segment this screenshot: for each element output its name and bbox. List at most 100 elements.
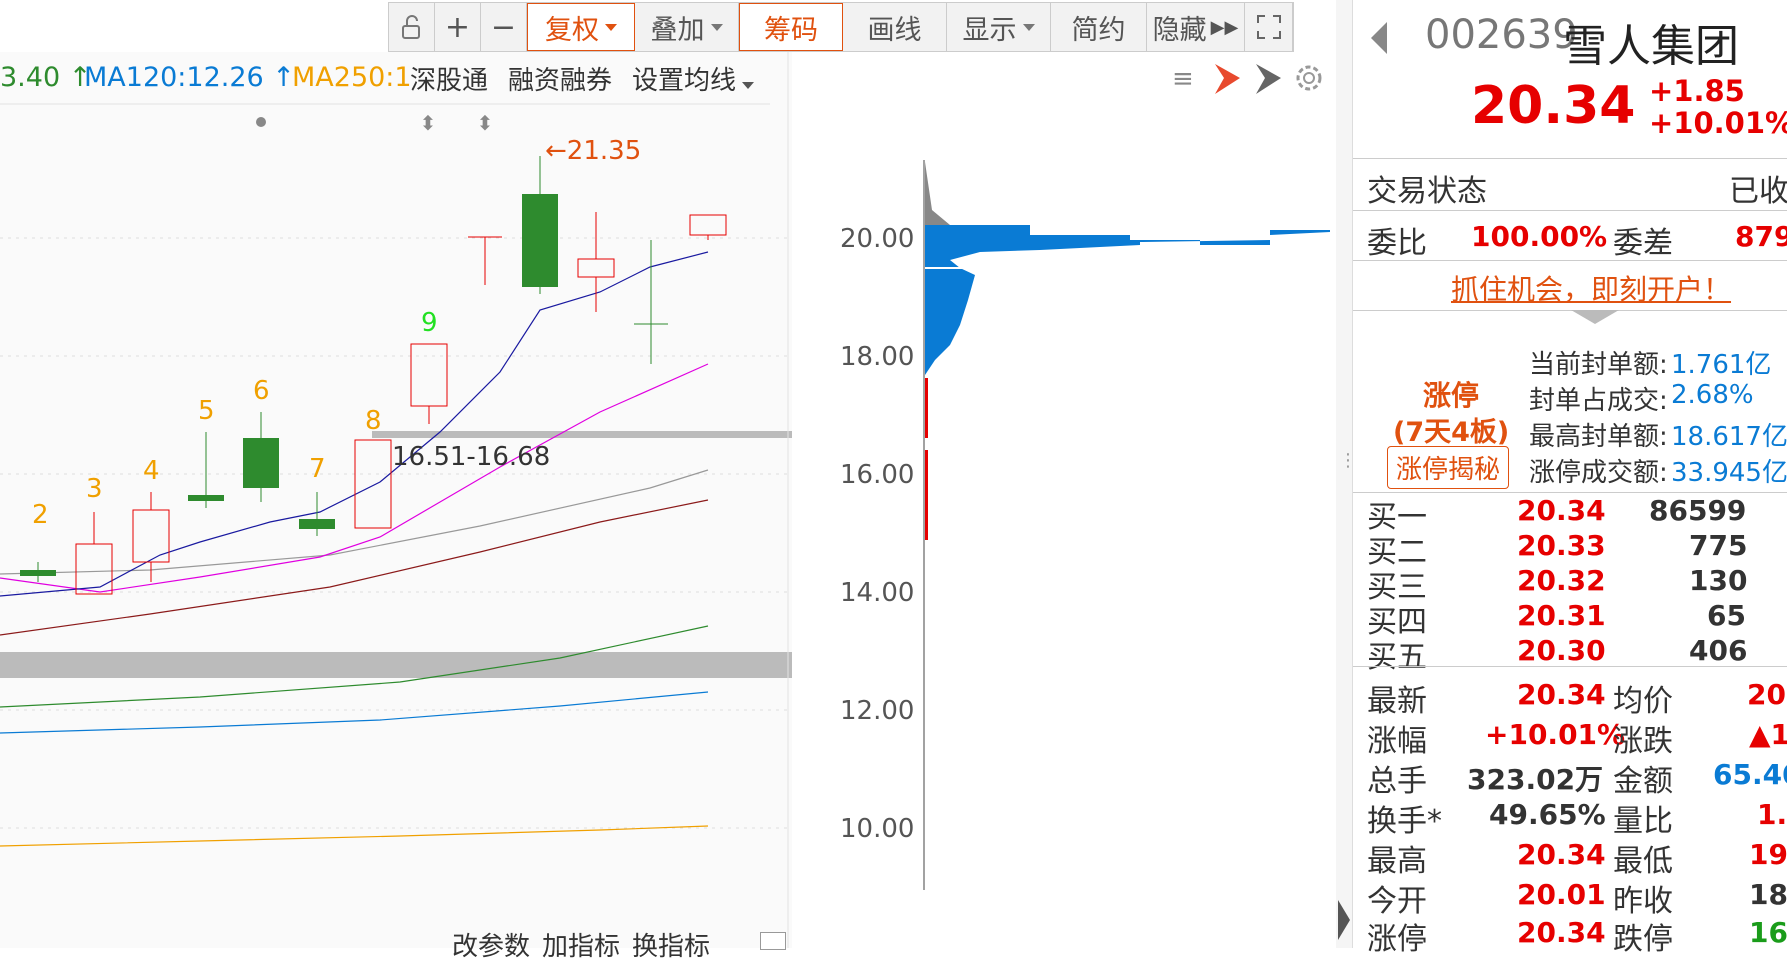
simple-button[interactable]: 简约 xyxy=(1051,3,1147,51)
amount-value: 65.40 xyxy=(1713,758,1787,791)
weicha-label: 委差 xyxy=(1613,226,1673,261)
back-arrow-icon[interactable] xyxy=(1369,20,1391,56)
hide-button[interactable]: 隐藏 ▶▶ xyxy=(1147,3,1245,51)
bid-volume: 406 xyxy=(1689,634,1748,667)
price-tick: 10.00 xyxy=(840,814,915,844)
collapse-caret-icon[interactable] xyxy=(1571,310,1619,324)
current-price: 20.34 xyxy=(1471,76,1636,136)
limit-down-label: 跌停 xyxy=(1613,922,1673,957)
gear-icon[interactable] xyxy=(1293,62,1325,94)
high-value: 20.34 xyxy=(1517,838,1606,871)
range-label: 16.51-16.68 xyxy=(392,442,551,472)
turnover-value: 49.65% xyxy=(1489,798,1606,831)
zoom-in-icon[interactable]: + xyxy=(435,3,481,51)
change-label: 涨跌 xyxy=(1613,724,1673,759)
chip-button[interactable]: 筹码 xyxy=(739,3,843,51)
bid-price[interactable]: 20.34 xyxy=(1517,494,1606,527)
limit-up-value: 20.34 xyxy=(1517,916,1606,949)
volume-value: 323.02万 xyxy=(1467,763,1604,796)
amount-label: 金额 xyxy=(1613,764,1673,799)
price-change: +1.85 xyxy=(1649,74,1745,108)
kline-chart: ⬍ ⬍ xyxy=(0,52,792,948)
price-tick: 14.00 xyxy=(840,578,915,608)
count-label: 3 xyxy=(86,474,103,504)
draw-line-label: 画线 xyxy=(867,14,922,46)
chevron-down-icon xyxy=(1022,23,1035,31)
limit-up-reveal-button[interactable]: 涨停揭秘 xyxy=(1387,446,1510,489)
chevron-down-icon xyxy=(605,23,617,31)
stock-name: 雪人集团 xyxy=(1563,21,1739,72)
edit-params-link[interactable]: 改参数 xyxy=(452,926,530,963)
change-pct-label: 涨幅 xyxy=(1367,724,1427,759)
chip-label: 筹码 xyxy=(764,14,818,46)
bid-price[interactable]: 20.31 xyxy=(1517,599,1606,632)
latest-label: 最新 xyxy=(1367,684,1427,719)
weibi-label: 委比 xyxy=(1367,226,1427,261)
price-tick: 12.00 xyxy=(840,696,915,726)
avg-price-value: 20. xyxy=(1747,678,1787,711)
panel-splitter[interactable] xyxy=(1336,0,1352,948)
count-label: 9 xyxy=(421,308,438,338)
count-label: 6 xyxy=(253,376,270,406)
add-indicator-link[interactable]: 加指标 xyxy=(542,926,620,963)
support-band-low xyxy=(0,652,792,678)
overlay-button[interactable]: 叠加 xyxy=(635,3,739,51)
bid-volume: 130 xyxy=(1689,564,1748,597)
zoom-out-icon[interactable]: − xyxy=(481,3,527,51)
limit-turnover-label: 涨停成交额: xyxy=(1529,458,1668,488)
chip-distribution xyxy=(923,160,1330,890)
high-label: 最高 xyxy=(1367,844,1427,879)
play-gray-icon[interactable] xyxy=(1253,62,1283,96)
count-label: 2 xyxy=(32,500,49,530)
bid-volume: 86599 xyxy=(1649,494,1747,527)
price-tick: 18.00 xyxy=(840,342,915,372)
count-label: 5 xyxy=(198,396,215,426)
open-value: 20.01 xyxy=(1517,878,1606,911)
volume-ratio-label: 量比 xyxy=(1613,804,1673,839)
open-account-link[interactable]: 抓住机会，即刻开户！ xyxy=(1451,268,1731,308)
change-value: ▲1. xyxy=(1749,718,1787,751)
bid-volume: 65 xyxy=(1707,599,1746,632)
bid-price[interactable]: 20.30 xyxy=(1517,634,1606,667)
chevron-down-icon xyxy=(710,23,723,31)
svg-text:⬍: ⬍ xyxy=(420,111,437,135)
expand-arrow-icon[interactable] xyxy=(1336,890,1352,948)
fullscreen-icon[interactable] xyxy=(1245,3,1293,51)
turnover-label: 换手* xyxy=(1367,804,1442,839)
display-button[interactable]: 显示 xyxy=(947,3,1051,51)
seal-ratio-value: 2.68% xyxy=(1671,380,1754,410)
bid-price[interactable]: 20.33 xyxy=(1517,529,1606,562)
chart-toolbar: + − 复权 叠加 筹码 画线 显示 简约 隐藏 ▶▶ xyxy=(388,2,1294,52)
switch-indicator-link[interactable]: 换指标 xyxy=(632,926,710,963)
bid-price[interactable]: 20.32 xyxy=(1517,564,1606,597)
latest-value: 20.34 xyxy=(1517,678,1606,711)
low-value: 19. xyxy=(1749,838,1787,871)
limit-up-title: 涨停 xyxy=(1423,379,1480,412)
fuquan-button[interactable]: 复权 xyxy=(527,3,635,51)
quote-panel: 002639 雪人集团 20.34 +1.85 +10.01% 交易状态 已收 … xyxy=(1352,0,1787,957)
price-tick: 16.00 xyxy=(840,460,915,490)
seal-amount-label: 当前封单额: xyxy=(1529,350,1668,380)
bid-volume: 775 xyxy=(1689,529,1748,562)
weibi-value: 100.00% xyxy=(1471,220,1608,253)
limit-turnover-value: 33.945亿 xyxy=(1671,458,1787,488)
support-band xyxy=(372,431,792,438)
volume-label: 总手 xyxy=(1367,764,1427,799)
display-label: 显示 xyxy=(962,14,1017,46)
fuquan-label: 复权 xyxy=(545,14,599,46)
unlock-icon[interactable] xyxy=(389,3,435,51)
change-pct-value: +10.01% xyxy=(1485,718,1626,751)
limit-up-sub: (7天4板) xyxy=(1393,417,1510,448)
draw-line-button[interactable]: 画线 xyxy=(843,3,947,51)
collapse-toggle[interactable] xyxy=(760,932,786,950)
double-arrow-icon: ▶▶ xyxy=(1210,16,1239,38)
list-icon[interactable]: ≡ xyxy=(1172,64,1194,94)
bid-label: 买五 xyxy=(1367,640,1427,675)
candles xyxy=(20,156,727,595)
count-label: 8 xyxy=(365,406,382,436)
max-seal-label: 最高封单额: xyxy=(1529,422,1668,452)
count-label: 4 xyxy=(143,456,160,486)
limit-up-label: 涨停 xyxy=(1367,922,1427,957)
high-label: ←21.35 xyxy=(545,136,642,166)
play-red-icon[interactable] xyxy=(1212,62,1242,96)
